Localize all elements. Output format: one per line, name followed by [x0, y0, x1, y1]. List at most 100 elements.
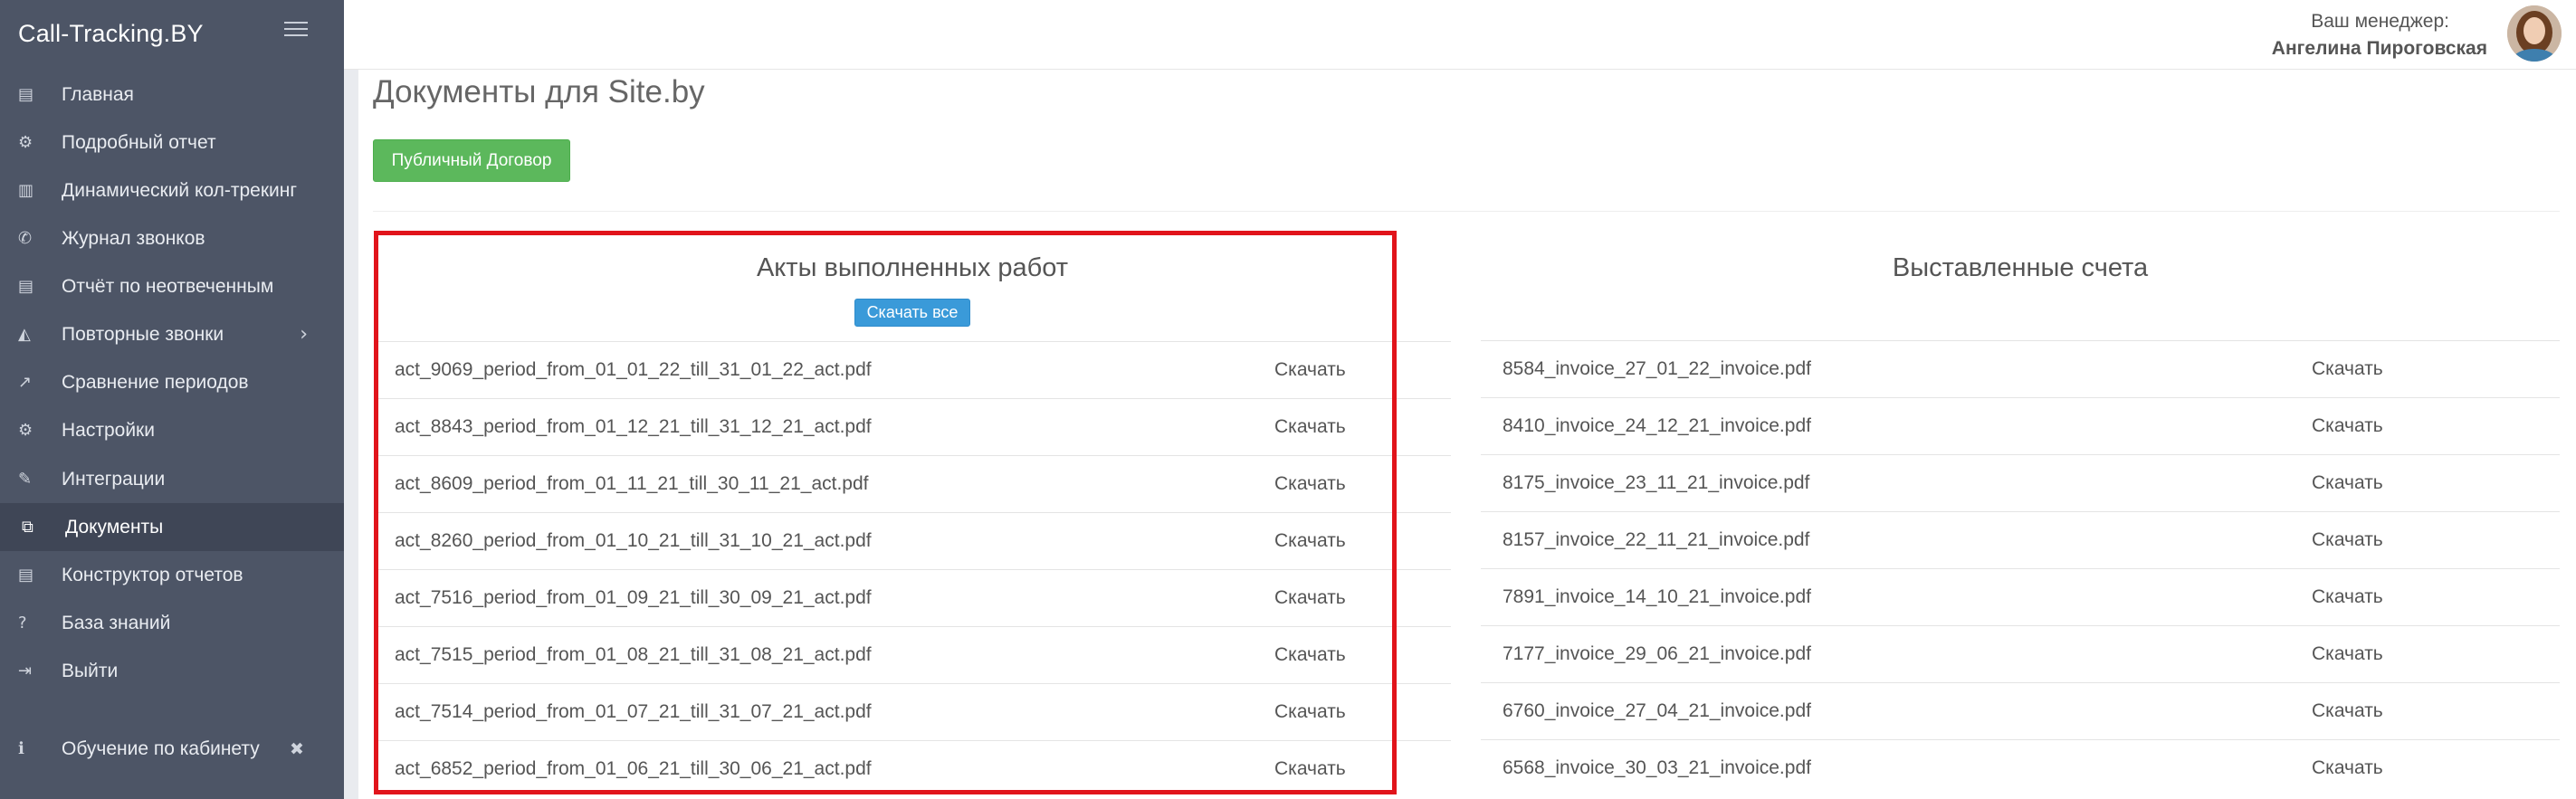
- download-all-button[interactable]: Скачать все: [854, 299, 970, 327]
- acts-title: Акты выполненных работ: [756, 253, 1069, 282]
- sidebar-item-call-log[interactable]: ✆ Журнал звонков: [0, 214, 344, 262]
- invoices-title: Выставленные счета: [1892, 253, 2149, 282]
- info-icon: ℹ: [18, 739, 24, 758]
- table-row: act_8260_period_from_01_10_21_till_31_10…: [374, 512, 1451, 569]
- copy-icon: ⧉: [22, 518, 33, 537]
- chevron-right-icon[interactable]: ›: [300, 323, 308, 346]
- act-file-name: act_8609_period_from_01_11_21_till_30_11…: [395, 473, 869, 494]
- content-gutter: [344, 70, 358, 799]
- act-file-name: act_7515_period_from_01_08_21_till_31_08…: [395, 644, 872, 665]
- area-chart-icon: ◭: [18, 325, 31, 344]
- table-row: 8410_invoice_24_12_21_invoice.pdf Скачат…: [1481, 397, 2560, 454]
- public-contract-button[interactable]: Публичный Договор: [373, 139, 570, 182]
- file-code-icon: ▤: [18, 566, 34, 585]
- sidebar-item-label: Динамический кол-трекинг: [62, 179, 298, 201]
- manager-name[interactable]: Ангелина Пироговская: [2272, 38, 2487, 60]
- menu-toggle-icon[interactable]: [284, 22, 308, 38]
- bar-chart-icon: ▥: [18, 181, 34, 200]
- file-icon: ▤: [18, 85, 34, 104]
- download-link[interactable]: Скачать: [2312, 586, 2383, 608]
- divider: [373, 211, 2560, 212]
- table-row: act_7514_period_from_01_07_21_till_31_07…: [374, 683, 1451, 740]
- download-link[interactable]: Скачать: [2312, 643, 2383, 665]
- line-chart-icon: ↗: [18, 373, 33, 392]
- table-row: act_7515_period_from_01_08_21_till_31_08…: [374, 626, 1451, 683]
- sidebar-item-label: Журнал звонков: [62, 227, 205, 249]
- table-row: 6568_invoice_30_03_21_invoice.pdf Скачат…: [1481, 739, 2560, 796]
- file-text-icon: ▤: [18, 277, 34, 296]
- sidebar-item-label: Отчёт по неотвеченным: [62, 275, 274, 297]
- table-row: 8157_invoice_22_11_21_invoice.pdf Скачат…: [1481, 511, 2560, 568]
- sign-out-icon: ⇥: [18, 661, 33, 680]
- download-link[interactable]: Скачать: [2312, 472, 2383, 494]
- sidebar-item-label: База знаний: [62, 612, 171, 633]
- invoice-file-name: 8157_invoice_22_11_21_invoice.pdf: [1503, 529, 1810, 550]
- sidebar-item-missed-report[interactable]: ▤ Отчёт по неотвеченным: [0, 262, 344, 310]
- download-link[interactable]: Скачать: [1274, 587, 1346, 609]
- download-link[interactable]: Скачать: [1274, 701, 1346, 723]
- invoice-file-name: 7891_invoice_14_10_21_invoice.pdf: [1503, 586, 1811, 607]
- sidebar-item-label: Интеграции: [62, 468, 166, 490]
- table-row: act_6852_period_from_01_06_21_till_30_06…: [374, 740, 1451, 797]
- table-row: 7177_invoice_29_06_21_invoice.pdf Скачат…: [1481, 625, 2560, 682]
- sidebar-item-home[interactable]: ▤ Главная: [0, 71, 344, 119]
- gear-icon: ⚙: [18, 421, 33, 440]
- act-file-name: act_7514_period_from_01_07_21_till_31_07…: [395, 701, 872, 722]
- page-title: Документы для Site.by: [373, 74, 705, 109]
- phone-icon: ✆: [18, 229, 33, 248]
- sidebar-item-label: Выйти: [62, 660, 119, 681]
- sidebar-item-label: Сравнение периодов: [62, 371, 249, 393]
- table-row: act_9069_period_from_01_01_22_till_31_01…: [374, 341, 1451, 398]
- download-link[interactable]: Скачать: [1274, 416, 1346, 438]
- sidebar-item-knowledge-base[interactable]: ? База знаний: [0, 599, 344, 647]
- sidebar-item-period-compare[interactable]: ↗ Сравнение периодов: [0, 358, 344, 406]
- download-link[interactable]: Скачать: [2312, 415, 2383, 437]
- avatar[interactable]: [2507, 5, 2562, 62]
- sidebar-item-label: Подробный отчет: [62, 131, 216, 153]
- sidebar-item-repeat-calls[interactable]: ◭ Повторные звонки ›: [0, 310, 344, 358]
- download-link[interactable]: Скачать: [2312, 529, 2383, 551]
- close-icon[interactable]: ✖: [290, 739, 304, 759]
- sidebar-item-training[interactable]: ℹ Обучение по кабинету ✖: [0, 725, 344, 773]
- download-link[interactable]: Скачать: [2312, 700, 2383, 722]
- table-row: act_8609_period_from_01_11_21_till_30_11…: [374, 455, 1451, 512]
- sidebar-item-detailed-report[interactable]: ⚙ Подробный отчет: [0, 119, 344, 166]
- download-link[interactable]: Скачать: [1274, 359, 1346, 381]
- invoice-file-name: 8584_invoice_27_01_22_invoice.pdf: [1503, 358, 1811, 379]
- act-file-name: act_9069_period_from_01_01_22_till_31_01…: [395, 359, 872, 380]
- table-row: 8175_invoice_23_11_21_invoice.pdf Скачат…: [1481, 454, 2560, 511]
- download-link[interactable]: Скачать: [1274, 644, 1346, 666]
- act-file-name: act_7516_period_from_01_09_21_till_30_09…: [395, 587, 872, 608]
- sidebar-item-integrations[interactable]: ✎ Интеграции: [0, 455, 344, 503]
- invoice-file-name: 6568_invoice_30_03_21_invoice.pdf: [1503, 757, 1811, 778]
- table-row: 8584_invoice_27_01_22_invoice.pdf Скачат…: [1481, 340, 2560, 397]
- brand-logo-text[interactable]: Call-Tracking.BY: [18, 20, 204, 48]
- question-icon: ?: [18, 614, 27, 633]
- download-link[interactable]: Скачать: [1274, 473, 1346, 495]
- invoice-file-name: 8410_invoice_24_12_21_invoice.pdf: [1503, 415, 1811, 436]
- invoice-file-name: 7177_invoice_29_06_21_invoice.pdf: [1503, 643, 1811, 664]
- sidebar-item-logout[interactable]: ⇥ Выйти: [0, 647, 344, 695]
- sidebar-item-label: Конструктор отчетов: [62, 564, 243, 585]
- download-link[interactable]: Скачать: [1274, 758, 1346, 780]
- sidebar-item-label: Обучение по кабинету: [62, 737, 260, 759]
- download-link[interactable]: Скачать: [2312, 757, 2383, 779]
- cogs-icon: ⚙: [18, 133, 33, 152]
- sidebar-item-dynamic-tracking[interactable]: ▥ Динамический кол-трекинг: [0, 166, 344, 214]
- table-row: 6760_invoice_27_04_21_invoice.pdf Скачат…: [1481, 682, 2560, 739]
- sidebar-item-label: Повторные звонки: [62, 323, 224, 345]
- download-link[interactable]: Скачать: [1274, 530, 1346, 552]
- plug-icon: ✎: [18, 470, 33, 489]
- sidebar-item-report-builder[interactable]: ▤ Конструктор отчетов: [0, 551, 344, 599]
- invoice-file-name: 8175_invoice_23_11_21_invoice.pdf: [1503, 472, 1810, 493]
- manager-label: Ваш менеджер:: [2311, 11, 2449, 32]
- download-link[interactable]: Скачать: [2312, 358, 2383, 380]
- act-file-name: act_8260_period_from_01_10_21_till_31_10…: [395, 530, 872, 551]
- sidebar-item-documents[interactable]: ⧉ Документы: [0, 503, 344, 551]
- sidebar-item-settings[interactable]: ⚙ Настройки: [0, 406, 344, 454]
- table-row: 7891_invoice_14_10_21_invoice.pdf Скачат…: [1481, 568, 2560, 625]
- sidebar: Call-Tracking.BY ▤ Главная ⚙ Подробный о…: [0, 0, 344, 799]
- sidebar-item-label: Главная: [62, 83, 134, 105]
- table-row: act_8843_period_from_01_12_21_till_31_12…: [374, 398, 1451, 455]
- act-file-name: act_8843_period_from_01_12_21_till_31_12…: [395, 416, 872, 437]
